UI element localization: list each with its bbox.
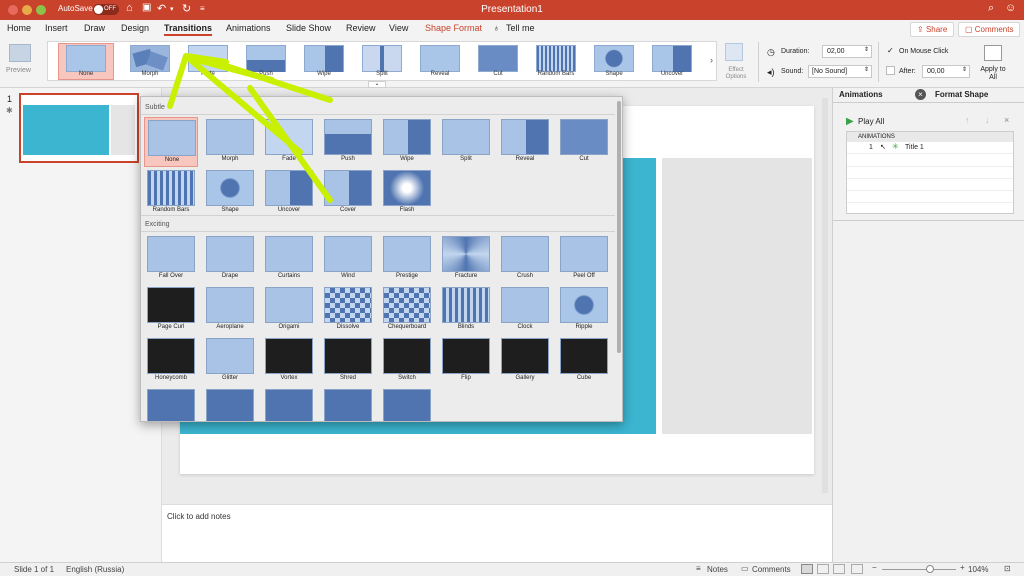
- arrow-shaft: [217, 61, 333, 103]
- annotation-arrows: [167, 53, 333, 203]
- arrow-head-stroke: [167, 53, 189, 109]
- arrow-shaft: [247, 85, 333, 203]
- annotation-stroke: [167, 53, 333, 203]
